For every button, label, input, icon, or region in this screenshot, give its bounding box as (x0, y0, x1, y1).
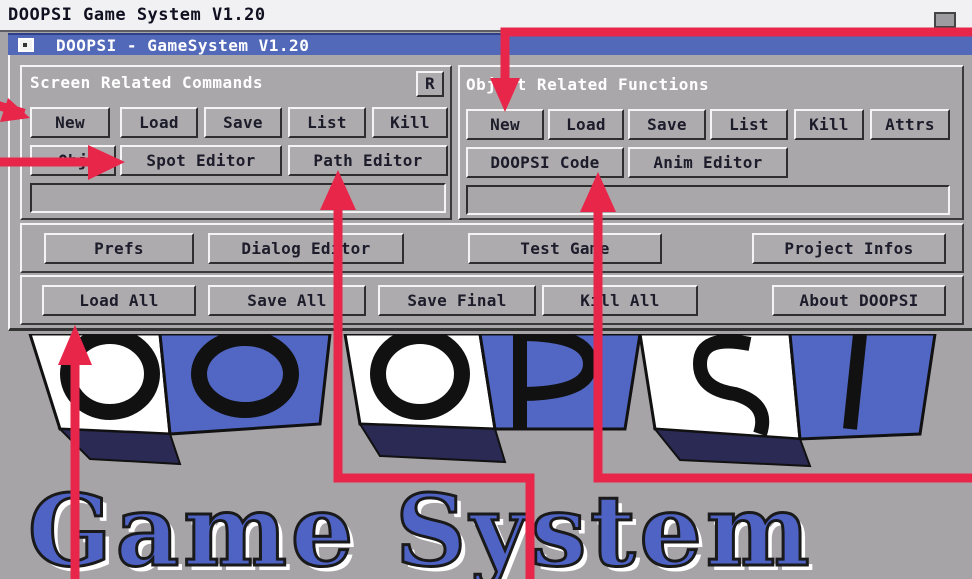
screen-commands-panel: Screen Related Commands R New Load Save … (20, 65, 452, 220)
object-load-button[interactable]: Load (548, 109, 624, 140)
object-functions-header: Object Related Functions (466, 75, 710, 94)
gamesystem-window: Screen Related Commands R New Load Save … (8, 55, 972, 331)
object-save-button[interactable]: Save (628, 109, 706, 140)
object-name-field[interactable] (466, 185, 950, 215)
screen-depth-gadget-icon[interactable] (934, 12, 956, 28)
screen-title: DOOPSI Game System V1.20 (8, 5, 266, 25)
project-commands-panel: Load All Save All Save Final Kill All Ab… (20, 275, 964, 325)
object-list-button[interactable]: List (710, 109, 788, 140)
screen-new-button[interactable]: New (30, 107, 110, 138)
spot-editor-button[interactable]: Spot Editor (120, 145, 282, 176)
save-final-button[interactable]: Save Final (378, 285, 536, 316)
screen-load-button[interactable]: Load (120, 107, 198, 138)
screen-r-button[interactable]: R (416, 71, 444, 97)
path-editor-button[interactable]: Path Editor (288, 145, 448, 176)
load-all-button[interactable]: Load All (42, 285, 196, 316)
object-attrs-button[interactable]: Attrs (870, 109, 950, 140)
object-kill-button[interactable]: Kill (794, 109, 864, 140)
window-title-bar[interactable]: DOOPSI - GameSystem V1.20 (8, 33, 972, 55)
anim-editor-button[interactable]: Anim Editor (628, 147, 788, 178)
doopsi-code-button[interactable]: DOOPSI Code (466, 147, 624, 178)
game-system-logo-text: Game System (27, 473, 814, 579)
screen-commands-header: Screen Related Commands (30, 73, 264, 92)
screen-name-field[interactable] (30, 183, 446, 213)
window-title: DOOPSI - GameSystem V1.20 (56, 36, 310, 55)
kill-all-button[interactable]: Kill All (542, 285, 698, 316)
screen-obj-button[interactable]: Obj (30, 145, 116, 176)
amiga-screen: DOOPSI Game System V1.20 DOOPSI - GameSy… (0, 0, 972, 579)
project-infos-button[interactable]: Project Infos (752, 233, 946, 264)
object-new-button[interactable]: New (466, 109, 544, 140)
screen-title-bar[interactable]: DOOPSI Game System V1.20 (0, 0, 972, 32)
test-game-button[interactable]: Test Game (468, 233, 662, 264)
main-commands-panel: Prefs Dialog Editor Test Game Project In… (20, 223, 964, 273)
prefs-button[interactable]: Prefs (44, 233, 194, 264)
screen-kill-button[interactable]: Kill (372, 107, 448, 138)
close-gadget-icon[interactable] (18, 38, 34, 52)
object-functions-panel: Object Related Functions New Load Save L… (458, 65, 964, 220)
screen-list-button[interactable]: List (288, 107, 366, 138)
dialog-editor-button[interactable]: Dialog Editor (208, 233, 404, 264)
save-all-button[interactable]: Save All (208, 285, 366, 316)
about-doopsi-button[interactable]: About DOOPSI (772, 285, 946, 316)
screen-save-button[interactable]: Save (204, 107, 282, 138)
